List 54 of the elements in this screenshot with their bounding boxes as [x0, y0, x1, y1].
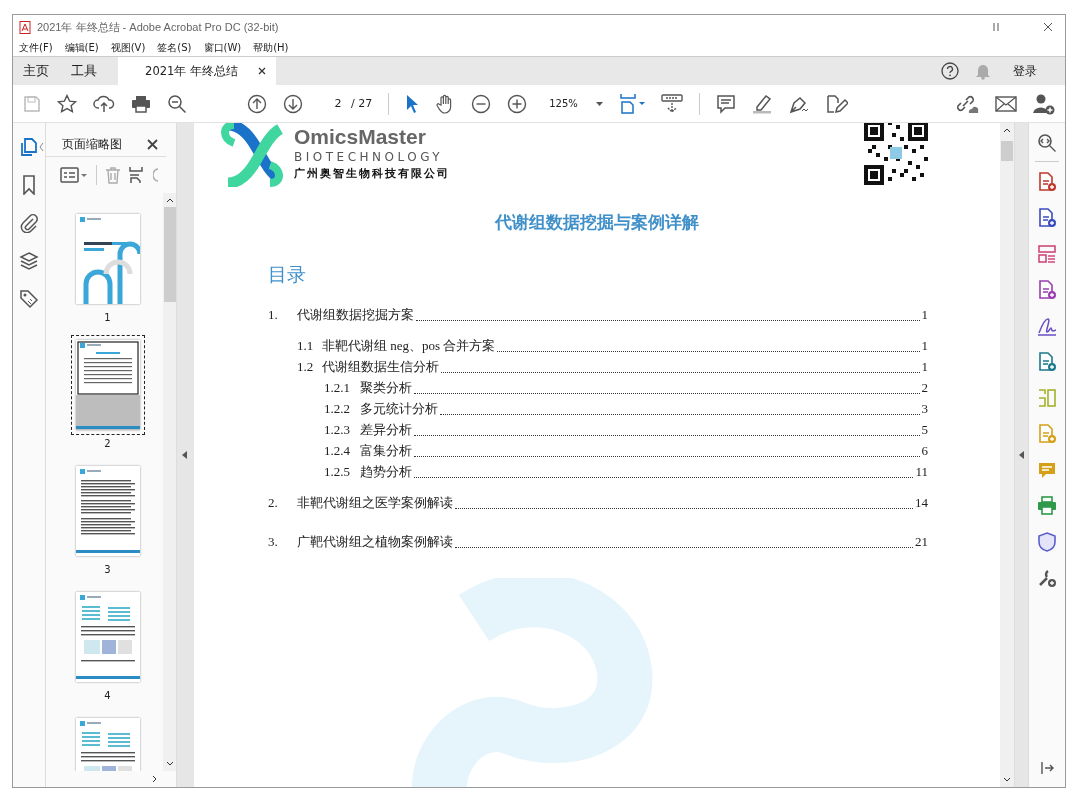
sign-in-link[interactable]: 登录	[1013, 62, 1037, 80]
toc-entry-link[interactable]: 代谢组数据生信分析	[322, 358, 439, 376]
toc-entry-link[interactable]: 多元统计分析	[360, 400, 438, 418]
toc-page-number: 3	[921, 401, 928, 417]
menu-item[interactable]: 窗口(W)	[203, 40, 242, 55]
toc-number: 1.2	[297, 359, 315, 375]
toc-entry-link[interactable]: 差异分析	[360, 421, 412, 439]
toc-page-number: 1	[921, 307, 928, 323]
menu-item[interactable]: 编辑(E)	[64, 40, 99, 55]
menu-item[interactable]: 文件(F)	[19, 40, 53, 55]
toc-page-number: 1	[921, 338, 928, 354]
toc-number: 1.2.5	[324, 464, 351, 480]
menu-item[interactable]: 帮助(H)	[253, 40, 289, 55]
toc-number: 1.2.3	[324, 422, 351, 438]
brand-name: OmicsMaster	[294, 125, 427, 149]
page-count: / 27	[351, 97, 373, 110]
toc-page-number: 14	[915, 495, 928, 511]
toc-page-number: 2	[921, 380, 928, 396]
brand-subtitle: BIOTECHNOLOGY	[294, 149, 445, 165]
menu-item[interactable]: 签名(S)	[157, 40, 192, 55]
toc-page-number: 1	[921, 359, 928, 375]
document-tab[interactable]: 2021年 年终总结	[118, 57, 276, 85]
toc-entry-link[interactable]: 广靶代谢组之植物案例解读	[297, 533, 453, 551]
nav-tab[interactable]: 工具	[60, 57, 108, 85]
company-name: 广州奥智生物科技有限公司	[294, 166, 450, 182]
toc-number: 1.2.2	[324, 401, 351, 417]
toc-number: 1.	[268, 307, 279, 323]
toc-page-number: 11	[915, 464, 928, 480]
toc-number: 3.	[268, 534, 279, 550]
toc-number: 1.2.4	[324, 443, 351, 459]
page-number-label: 2	[104, 438, 111, 449]
page-number-label: 3	[104, 564, 111, 575]
panel-title: 页面缩略图	[62, 135, 122, 153]
page-number-label: 4	[104, 690, 111, 701]
window-title: 2021年 年终总结 - Adobe Acrobat Pro DC (32-bit)	[37, 19, 279, 35]
toc-page-number: 21	[915, 534, 928, 550]
page-number-label: 1	[104, 312, 111, 323]
toc-entry-link[interactable]: 聚类分析	[360, 379, 412, 397]
contents-heading: 目录	[268, 262, 307, 287]
toc-entry-link[interactable]: 非靶代谢组之医学案例解读	[297, 494, 453, 512]
toc-number: 1.2.1	[324, 380, 351, 396]
toc-entry-link[interactable]: 非靶代谢组 neg、pos 合并方案	[322, 337, 496, 355]
nav-tab[interactable]: 主页	[13, 57, 60, 85]
toc-entry-link[interactable]: 趋势分析	[360, 463, 412, 481]
toc-entry-link[interactable]: 代谢组数据挖掘方案	[297, 306, 414, 324]
toc-number: 1.1	[297, 338, 315, 354]
toc-number: 2.	[268, 495, 279, 511]
document-title: 代谢组数据挖掘与案例详解	[493, 211, 700, 234]
zoom-dropdown[interactable]: 125%	[549, 98, 603, 109]
toc-page-number: 5	[921, 422, 928, 438]
toc-page-number: 6	[921, 443, 928, 459]
toc-entry-link[interactable]: 富集分析	[360, 442, 412, 460]
page-number-field[interactable]: 2	[327, 97, 349, 110]
menu-item[interactable]: 视图(V)	[110, 40, 146, 55]
